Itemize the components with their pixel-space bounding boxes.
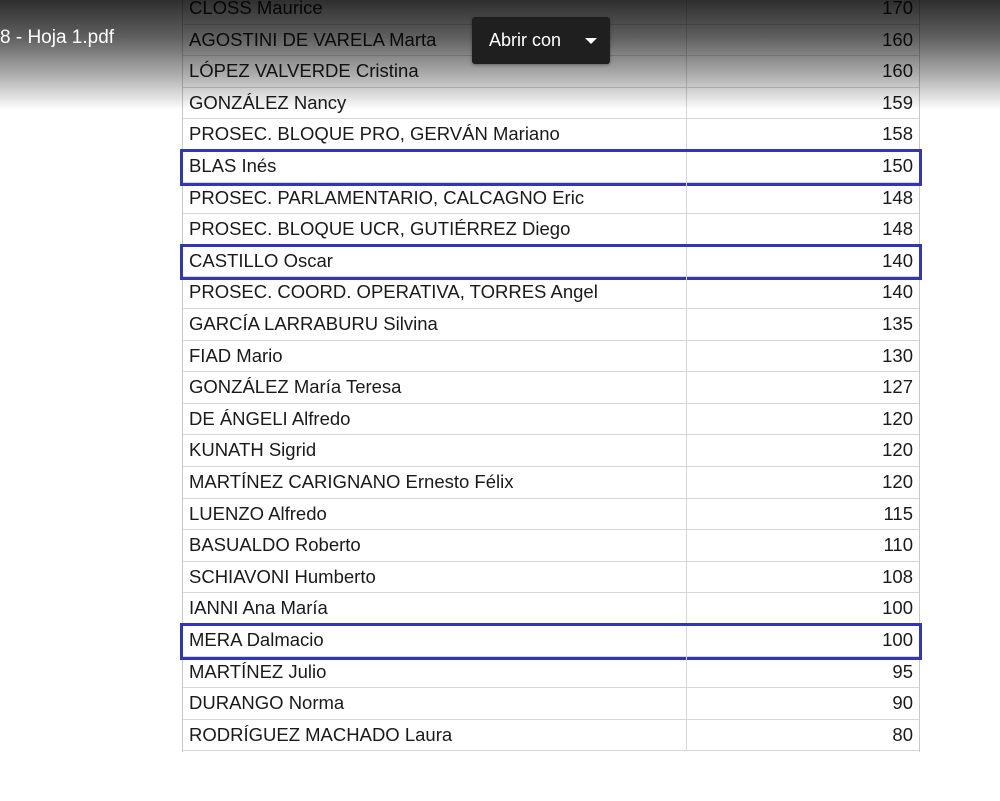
column-divider xyxy=(686,151,687,182)
table-row: SCHIAVONI Humberto 108 xyxy=(183,561,919,594)
person-name-cell: GONZÁLEZ Nancy xyxy=(189,91,347,113)
person-name-cell: DURANGO Norma xyxy=(189,692,345,714)
table-row: DURANGO Norma 90 xyxy=(183,688,919,720)
column-divider xyxy=(686,182,687,214)
table-row: MARTÍNEZ Julio 95 xyxy=(183,656,919,689)
amount-cell: 110 xyxy=(883,534,914,556)
column-divider xyxy=(686,593,687,624)
table-row: KUNATH Sigrid 120 xyxy=(183,435,919,467)
person-name-cell: RODRÍGUEZ MACHADO Laura xyxy=(189,723,453,745)
person-name-cell: CASTILLO Oscar xyxy=(189,249,333,271)
table-row: MERA Dalmacio 100 xyxy=(183,625,919,657)
caret-down-icon xyxy=(585,38,597,44)
table-row: FIAD Mario 130 xyxy=(183,340,919,373)
amount-cell: 148 xyxy=(882,218,913,240)
table-row: CASTILLO Oscar 140 xyxy=(183,245,919,278)
person-name-cell: BLAS Inés xyxy=(189,155,277,176)
amount-cell: 170 xyxy=(882,0,913,18)
table-row: LUENZO Alfredo 115 xyxy=(183,498,919,531)
table-row: GONZÁLEZ Nancy 159 xyxy=(183,87,919,120)
amount-cell: 140 xyxy=(882,281,913,303)
person-name-cell: PROSEC. BLOQUE PRO, GERVÁN Mariano xyxy=(189,123,560,145)
person-name-cell: MARTÍNEZ Julio xyxy=(189,660,327,682)
column-divider xyxy=(686,688,687,719)
person-name-cell: CLOSS Maurice xyxy=(189,0,323,18)
person-name-cell: IANNI Ana María xyxy=(189,597,328,619)
table-row: PROSEC. BLOQUE UCR, GUTIÉRREZ Diego 148 xyxy=(183,214,919,246)
table-row: BASUALDO Roberto 110 xyxy=(183,530,919,562)
column-divider xyxy=(686,56,687,87)
table-row: DE ÁNGELI Alfredo 120 xyxy=(183,403,919,436)
column-divider xyxy=(686,625,687,656)
pdf-page-table: CLOSS Maurice 170 AGOSTINI DE VARELA Marta… xyxy=(180,0,922,752)
person-name-cell: PROSEC. BLOQUE UCR, GUTIÉRREZ Diego xyxy=(189,218,571,240)
column-divider xyxy=(686,87,687,119)
person-name-cell: DE ÁNGELI Alfredo xyxy=(189,407,351,429)
open-with-button[interactable]: Abrir con xyxy=(472,17,610,64)
amount-cell: 150 xyxy=(882,155,913,176)
person-name-cell: GONZÁLEZ María Teresa xyxy=(189,376,402,398)
person-name-cell: MARTÍNEZ CARIGNANO Ernesto Félix xyxy=(189,471,514,492)
column-divider xyxy=(686,530,687,561)
table-row: PROSEC. PARLAMENTARIO, CALCAGNO Eric 148 xyxy=(183,182,919,215)
column-divider xyxy=(686,309,687,340)
column-divider xyxy=(686,24,687,56)
amount-cell: 160 xyxy=(882,60,913,82)
person-name-cell: PROSEC. COORD. OPERATIVA, TORRES Angel xyxy=(189,281,598,303)
person-name-cell: MERA Dalmacio xyxy=(189,629,324,650)
amount-cell: 135 xyxy=(882,313,913,334)
column-divider xyxy=(686,214,687,245)
amount-cell: 158 xyxy=(882,123,913,145)
person-name-cell: SCHIAVONI Humberto xyxy=(189,565,376,587)
amount-cell: 90 xyxy=(892,692,913,714)
table-row: IANNI Ana María 100 xyxy=(183,593,919,625)
column-divider xyxy=(686,719,687,751)
amount-cell: 148 xyxy=(882,186,913,208)
column-divider xyxy=(686,340,687,372)
table-row: RODRÍGUEZ MACHADO Laura 80 xyxy=(183,719,919,752)
amount-cell: 108 xyxy=(882,565,913,587)
column-divider xyxy=(686,277,687,308)
column-divider xyxy=(686,372,687,403)
person-name-cell: AGOSTINI DE VARELA Marta xyxy=(189,28,437,50)
person-name-cell: LÓPEZ VALVERDE Cristina xyxy=(189,60,419,82)
column-divider xyxy=(686,561,687,593)
column-divider xyxy=(686,0,687,24)
amount-cell: 159 xyxy=(882,91,913,113)
person-name-cell: GARCÍA LARRABURU Silvina xyxy=(189,313,438,334)
document-filename: 8 - Hoja 1.pdf xyxy=(0,27,115,48)
table-row: MARTÍNEZ CARIGNANO Ernesto Félix 120 xyxy=(183,467,919,499)
amount-cell: 95 xyxy=(892,660,913,682)
amount-cell: 120 xyxy=(882,439,913,461)
amount-cell: 100 xyxy=(882,629,913,650)
table-row: BLAS Inés 150 xyxy=(183,151,919,183)
column-divider xyxy=(686,656,687,688)
amount-cell: 120 xyxy=(882,471,913,492)
column-divider xyxy=(686,119,687,150)
person-name-cell: FIAD Mario xyxy=(189,344,283,366)
pdf-viewer: CLOSS Maurice 170 AGOSTINI DE VARELA Marta… xyxy=(0,0,1000,801)
amount-cell: 80 xyxy=(892,723,913,745)
open-with-label: Abrir con xyxy=(489,30,562,50)
amount-cell: 100 xyxy=(882,597,913,619)
table-row: GONZÁLEZ María Teresa 127 xyxy=(183,372,919,404)
table-row: PROSEC. COORD. OPERATIVA, TORRES Angel 14… xyxy=(183,277,919,309)
person-name-cell: KUNATH Sigrid xyxy=(189,439,317,461)
table-row: GARCÍA LARRABURU Silvina 135 xyxy=(183,309,919,341)
table-row: PROSEC. BLOQUE PRO, GERVÁN Mariano 158 xyxy=(183,119,919,151)
column-divider xyxy=(686,245,687,277)
person-name-cell: BASUALDO Roberto xyxy=(189,534,361,556)
person-name-cell: PROSEC. PARLAMENTARIO, CALCAGNO Eric xyxy=(189,186,585,208)
column-divider xyxy=(686,435,687,466)
amount-cell: 130 xyxy=(882,344,913,366)
amount-cell: 120 xyxy=(882,407,913,429)
amount-cell: 160 xyxy=(882,28,913,50)
column-divider xyxy=(686,467,687,498)
amount-cell: 140 xyxy=(882,249,913,271)
person-name-cell: LUENZO Alfredo xyxy=(189,502,327,524)
column-divider xyxy=(686,403,687,435)
amount-cell: 127 xyxy=(882,376,913,398)
column-divider xyxy=(686,498,687,530)
amount-cell: 115 xyxy=(883,502,914,524)
